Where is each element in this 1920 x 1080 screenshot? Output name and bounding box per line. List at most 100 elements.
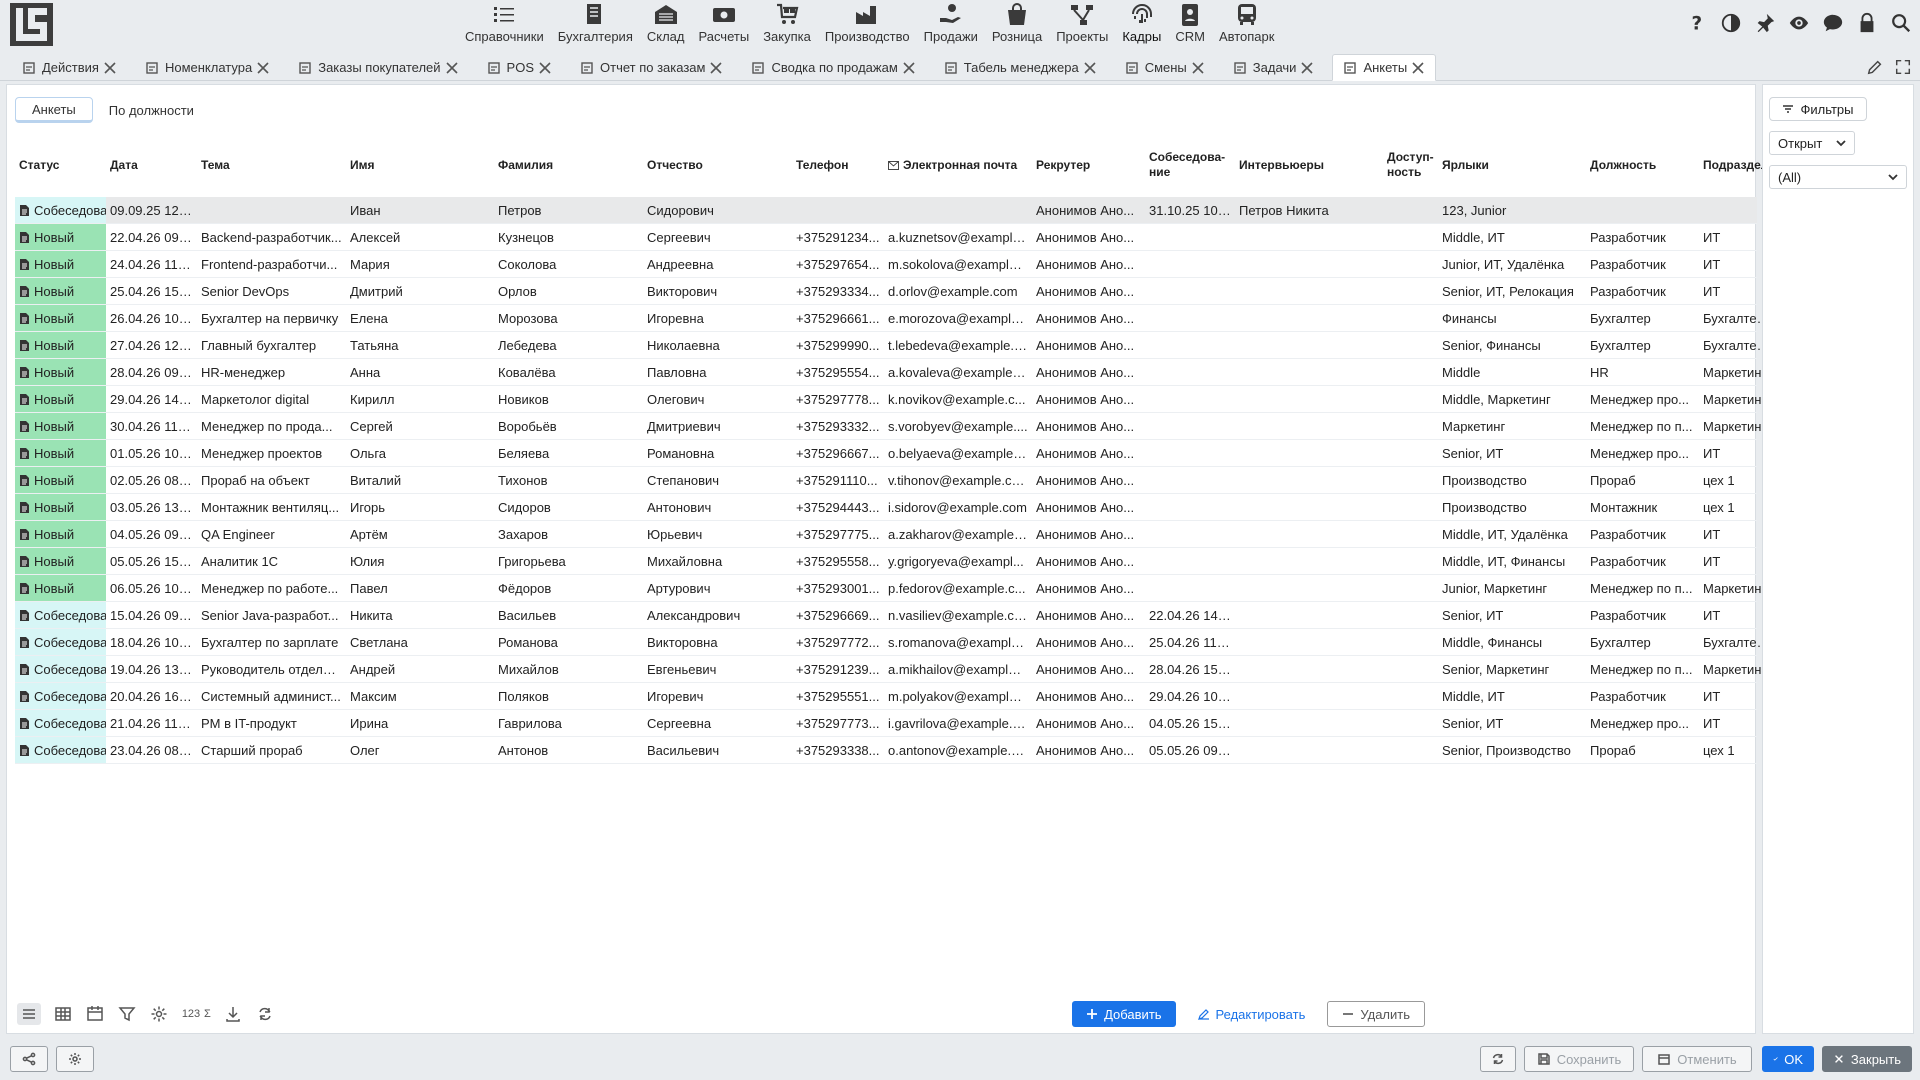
- theme-contrast-icon[interactable]: [1720, 12, 1742, 34]
- column-header-3[interactable]: Тема: [197, 158, 346, 173]
- table-row[interactable]: Новый 03.05.26 13:00 Монтажник вентиляц...…: [15, 494, 1757, 521]
- close-tab-icon[interactable]: [709, 61, 723, 75]
- table-row[interactable]: Собеседование18.04.26 10:30Бухгалтер по …: [15, 629, 1774, 656]
- table-row[interactable]: Новый 04.05.26 09:45 QA Engineer Артём Захар…: [15, 521, 1757, 548]
- module-list[interactable]: Справочники: [458, 0, 551, 50]
- table-row[interactable]: Новый 29.04.26 14:10 Маркетолог digital Кир…: [15, 386, 1766, 413]
- table-row[interactable]: Новый 28.04.26 09:00 HR-менеджер Анна Ковалё…: [15, 359, 1766, 386]
- column-header-12[interactable]: Доступ-ность: [1383, 150, 1438, 180]
- table-row[interactable]: Собеседование19.04.26 13:15Руководитель …: [15, 656, 1766, 683]
- export-icon[interactable]: [223, 1003, 243, 1025]
- tab-7[interactable]: Табель менеджера: [934, 54, 1107, 81]
- table-row[interactable]: Новый 25.04.26 15:20 Senior DevOps Дмитрий О…: [15, 278, 1757, 305]
- module-id-card[interactable]: CRM: [1168, 0, 1212, 50]
- tab-1[interactable]: Действия: [12, 54, 127, 81]
- subtab-questionnaires[interactable]: Анкеты: [15, 97, 93, 123]
- lock-icon[interactable]: [1856, 12, 1878, 34]
- refresh-cycle-icon[interactable]: [255, 1003, 275, 1025]
- module-ledger[interactable]: Бухгалтерия: [551, 0, 640, 50]
- column-header-4[interactable]: Имя: [346, 158, 494, 173]
- tab-4[interactable]: POS: [477, 54, 562, 81]
- column-header-5[interactable]: Фамилия: [494, 158, 643, 173]
- table-row[interactable]: Новый 06.05.26 10:30 Менеджер по работе...…: [15, 575, 1766, 602]
- module-warehouse[interactable]: Склад: [640, 0, 692, 50]
- module-hand-coin[interactable]: Продажи: [917, 0, 985, 50]
- tab-2[interactable]: Номенклатура: [135, 54, 280, 81]
- table-view-icon[interactable]: [53, 1003, 73, 1025]
- tab-6[interactable]: Сводка по продажам: [741, 54, 925, 81]
- tab-9[interactable]: Задачи: [1223, 54, 1325, 81]
- sum-icon[interactable]: 123 Σ: [181, 1003, 211, 1025]
- table-row[interactable]: Собеседование15.04.26 09:00Senior Java-р…: [15, 602, 1757, 629]
- pin-icon[interactable]: [1754, 12, 1776, 34]
- cancel-button[interactable]: Отменить: [1642, 1046, 1752, 1072]
- tab-5[interactable]: Отчет по заказам: [570, 54, 733, 81]
- table-row[interactable]: Новый 27.04.26 12:45 Главный бухгалтер Тать…: [15, 332, 1774, 359]
- table-row[interactable]: Новый 05.05.26 15:00 Аналитик 1С Юлия Григор…: [15, 548, 1757, 575]
- filters-tab[interactable]: Фильтры: [1769, 97, 1867, 121]
- close-button[interactable]: Закрыть: [1822, 1046, 1912, 1072]
- close-tab-icon[interactable]: [1191, 61, 1205, 75]
- close-tab-icon[interactable]: [1083, 61, 1097, 75]
- column-header-14[interactable]: Должность: [1586, 158, 1699, 173]
- app-logo[interactable]: [10, 3, 53, 46]
- edit-button[interactable]: Редактировать: [1184, 1001, 1320, 1027]
- subtab-by-position[interactable]: По должности: [93, 97, 210, 123]
- save-button[interactable]: Сохранить: [1524, 1046, 1634, 1072]
- module-network[interactable]: Проекты: [1049, 0, 1115, 50]
- module-cart[interactable]: Закупка: [756, 0, 818, 50]
- column-header-10[interactable]: Собеседова-ние: [1145, 150, 1235, 180]
- share-button[interactable]: [10, 1046, 48, 1072]
- table-row[interactable]: Собеседование20.04.26 16:00Системный адм…: [15, 683, 1757, 710]
- column-header-2[interactable]: Дата: [106, 158, 197, 173]
- filter-icon[interactable]: [117, 1003, 137, 1025]
- column-header-9[interactable]: Рекрутер: [1032, 158, 1145, 173]
- tab-8[interactable]: Смены: [1115, 54, 1215, 81]
- module-factory[interactable]: Производство: [818, 0, 917, 50]
- chat-icon[interactable]: [1822, 12, 1844, 34]
- table-row[interactable]: Новый 01.05.26 10:00 Менеджер проектов Ольг…: [15, 440, 1757, 467]
- refresh-button[interactable]: [1480, 1046, 1516, 1072]
- table-row[interactable]: Собеседование21.04.26 11:45 PM в IT-проду…: [15, 710, 1757, 737]
- settings-icon[interactable]: [149, 1003, 169, 1025]
- list-view-icon[interactable]: [17, 1003, 41, 1025]
- close-tab-icon[interactable]: [103, 61, 117, 75]
- module-fingerprint[interactable]: Кадры: [1115, 0, 1168, 50]
- column-header-11[interactable]: Интервьюеры: [1235, 158, 1383, 173]
- help-icon[interactable]: ?: [1686, 12, 1708, 34]
- search-icon[interactable]: [1890, 12, 1912, 34]
- eye-icon[interactable]: [1788, 12, 1810, 34]
- close-tab-icon[interactable]: [256, 61, 270, 75]
- footer-settings-button[interactable]: [56, 1046, 94, 1072]
- delete-button[interactable]: Удалить: [1327, 1001, 1425, 1027]
- close-tab-icon[interactable]: [1411, 61, 1425, 75]
- module-bus[interactable]: Автопарк: [1212, 0, 1282, 50]
- tab-10[interactable]: Анкеты: [1332, 54, 1437, 81]
- column-header-13[interactable]: Ярлыки: [1438, 158, 1586, 173]
- close-tab-icon[interactable]: [902, 61, 916, 75]
- table-row[interactable]: Новый 26.04.26 10:00 Бухгалтер на первичку…: [15, 305, 1774, 332]
- add-button[interactable]: Добавить: [1072, 1001, 1176, 1027]
- module-cash[interactable]: Расчеты: [691, 0, 756, 50]
- all-filter-select[interactable]: (All): [1769, 165, 1907, 189]
- column-header-6[interactable]: Отчество: [643, 158, 792, 173]
- column-header-8[interactable]: Электронная почта: [884, 158, 1032, 173]
- table-row[interactable]: Новый 22.04.26 09:30 Backend-разработчик..…: [15, 224, 1757, 251]
- table-row[interactable]: Собеседование23.04.26 08:00Старший прора…: [15, 737, 1757, 764]
- table-row[interactable]: Новый 30.04.26 11:25 Менеджер по прода... С…: [15, 413, 1766, 440]
- ok-button[interactable]: OK: [1762, 1046, 1814, 1072]
- tab-3[interactable]: Заказы покупателей: [288, 54, 468, 81]
- table-row[interactable]: Новый 24.04.26 11:00 Frontend-разработчи..…: [15, 251, 1757, 278]
- column-header-7[interactable]: Телефон: [792, 158, 884, 173]
- close-tab-icon[interactable]: [445, 61, 459, 75]
- pencil-icon[interactable]: [1866, 58, 1884, 79]
- table-row[interactable]: Новый 02.05.26 08:30 Прораб на объект Витал…: [15, 467, 1757, 494]
- close-tab-icon[interactable]: [1300, 61, 1314, 75]
- calendar-view-icon[interactable]: [85, 1003, 105, 1025]
- column-header-1[interactable]: Статус: [15, 158, 106, 173]
- state-filter-select[interactable]: Открыт: [1769, 131, 1855, 155]
- close-tab-icon[interactable]: [538, 61, 552, 75]
- module-bag[interactable]: Розница: [985, 0, 1049, 50]
- fullscreen-icon[interactable]: [1894, 58, 1912, 79]
- table-row[interactable]: Собеседование09.09.25 12:46 Иван Петров Сид…: [15, 197, 1757, 224]
